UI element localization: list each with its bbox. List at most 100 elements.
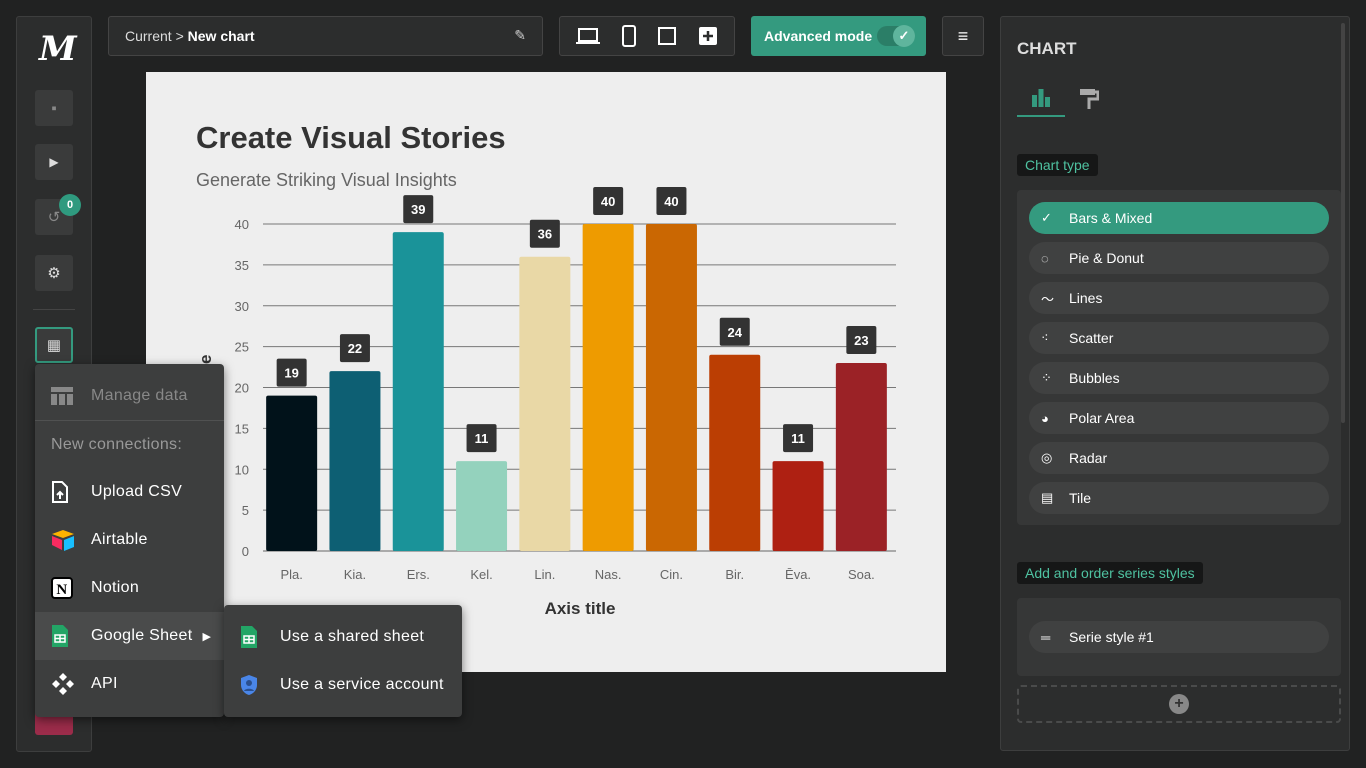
paint-roller-icon — [1080, 89, 1099, 109]
advanced-mode-toggle[interactable]: Advanced mode ✓ — [751, 16, 926, 56]
chart-type-bubbles[interactable]: ⁘ Bubbles — [1029, 362, 1329, 394]
new-connections-heading: New connections: — [51, 436, 183, 453]
chart-type-tile[interactable]: ▤ Tile — [1029, 482, 1329, 514]
table-icon: ▦ — [46, 337, 62, 354]
chart-type-radar[interactable]: ◎ Radar — [1029, 442, 1329, 474]
data-label: 11 — [791, 431, 805, 446]
polar-icon: ◕ — [1041, 410, 1049, 426]
data-label: 36 — [538, 227, 552, 242]
add-series-button[interactable]: + — [1017, 685, 1341, 723]
breadcrumb-parent[interactable]: Current > — [125, 28, 184, 44]
upload-csv-item[interactable]: Upload CSV — [35, 468, 224, 516]
x-tick-label: Nas. — [595, 567, 622, 582]
serie-style-label: Serie style #1 — [1069, 629, 1154, 645]
service-account-item[interactable]: Use a service account — [224, 661, 462, 709]
chart-type-lines[interactable]: 〜 Lines — [1029, 282, 1329, 314]
chart-type-pie-donut[interactable]: ◌ Pie & Donut — [1029, 242, 1329, 274]
item-label: API — [91, 675, 118, 692]
device-toolbar — [559, 16, 735, 56]
save-button[interactable]: ▪ — [35, 90, 73, 126]
y-tick-label: 0 — [242, 544, 249, 559]
divider — [35, 420, 224, 421]
table-icon — [51, 387, 91, 405]
series-styles-label: Add and order series styles — [1017, 562, 1203, 584]
data-label: 39 — [411, 202, 425, 217]
tab-chart[interactable] — [1017, 81, 1065, 117]
y-tick-label: 25 — [235, 340, 249, 355]
chart-type-bars-mixed[interactable]: ✓ Bars & Mixed — [1029, 202, 1329, 234]
chart-type-scatter[interactable]: ⁖ Scatter — [1029, 322, 1329, 354]
serie-style-item[interactable]: ═ Serie style #1 — [1029, 621, 1329, 653]
chart-type-label: Chart type — [1017, 154, 1098, 176]
x-tick-label: Ers. — [407, 567, 430, 582]
panel-title: CHART — [1017, 39, 1077, 58]
laptop-icon[interactable] — [576, 27, 601, 45]
y-tick-label: 15 — [235, 421, 249, 436]
x-tick-label: Lin. — [534, 567, 555, 582]
advanced-mode-label: Advanced mode — [764, 28, 873, 44]
bar-chart-icon — [1032, 89, 1050, 107]
api-item[interactable]: API — [35, 660, 224, 708]
play-button[interactable]: ▶ — [35, 144, 73, 180]
manage-data-label: Manage data — [91, 387, 188, 404]
data-label: 22 — [348, 341, 362, 356]
drag-handle-icon[interactable]: ═ — [1041, 630, 1069, 645]
phone-icon[interactable] — [621, 25, 637, 47]
edit-icon[interactable]: ✎ — [514, 27, 526, 44]
y-tick-label: 20 — [235, 381, 249, 396]
x-tick-label: Cin. — [660, 567, 683, 582]
google-sheets-icon — [51, 624, 91, 648]
bar — [392, 232, 444, 552]
airtable-icon — [51, 529, 91, 551]
radar-icon: ◎ — [1041, 450, 1053, 465]
notion-item[interactable]: N Notion — [35, 564, 224, 612]
item-label: Notion — [91, 579, 140, 596]
add-icon[interactable] — [698, 26, 718, 46]
data-button[interactable]: ▦ — [35, 327, 73, 363]
chart-type-polar-area[interactable]: ◕ Polar Area — [1029, 402, 1329, 434]
chart-type-label: Bubbles — [1069, 370, 1120, 386]
divider — [33, 309, 75, 310]
google-sheets-icon — [240, 625, 280, 649]
check-icon: ✓ — [1041, 210, 1052, 225]
item-label: Use a service account — [280, 676, 444, 693]
plus-icon: + — [1169, 694, 1189, 714]
hamburger-icon: ≡ — [957, 25, 969, 46]
chart-type-label: Polar Area — [1069, 410, 1135, 426]
toggle-switch[interactable]: ✓ — [877, 25, 915, 47]
check-icon: ✓ — [893, 25, 915, 47]
tab-style[interactable] — [1065, 81, 1113, 117]
bar — [329, 371, 381, 551]
scatter-icon: ⁖ — [1041, 330, 1049, 345]
square-icon[interactable] — [657, 26, 677, 46]
x-axis-title: Axis title — [545, 599, 616, 618]
shield-user-icon — [240, 674, 280, 696]
manage-data-item[interactable]: Manage data — [35, 372, 224, 420]
data-label: 23 — [854, 333, 868, 348]
bar — [456, 461, 508, 551]
app-logo: M — [39, 29, 77, 69]
donut-icon: ◌ — [1041, 250, 1049, 266]
data-label: 40 — [601, 194, 615, 209]
chart-type-label: Lines — [1069, 290, 1103, 306]
airtable-item[interactable]: Airtable — [35, 516, 224, 564]
bar — [772, 461, 824, 551]
y-tick-label: 5 — [242, 503, 249, 518]
menu-button[interactable]: ≡ — [942, 16, 984, 56]
settings-button[interactable]: ⚙ — [35, 255, 73, 291]
google-sheet-item[interactable]: Google Sheet ▶ — [35, 612, 224, 660]
chart-type-label: Pie & Donut — [1069, 250, 1144, 266]
y-tick-label: 10 — [235, 462, 249, 477]
bar-chart: 0 5 10 15 20 25 30 35 40 19 Pla. 22 Kia. 39 Ers. 11 Kel.… — [196, 187, 896, 618]
scrollbar[interactable] — [1341, 23, 1345, 423]
item-label: Use a shared sheet — [280, 628, 425, 645]
google-sheet-submenu: Use a shared sheet Use a service account — [224, 605, 462, 717]
undo-count-badge: 0 — [59, 194, 81, 216]
x-tick-label: Kel. — [470, 567, 492, 582]
shared-sheet-item[interactable]: Use a shared sheet — [224, 613, 462, 661]
save-icon: ▪ — [51, 99, 57, 117]
settings-icon: ⚙ — [47, 265, 61, 282]
chart-type-list: ✓ Bars & Mixed ◌ Pie & Donut 〜 Lines ⁖ Scatter ⁘… — [1017, 190, 1341, 525]
notion-icon: N — [51, 577, 91, 599]
chart-type-label: Radar — [1069, 450, 1108, 466]
